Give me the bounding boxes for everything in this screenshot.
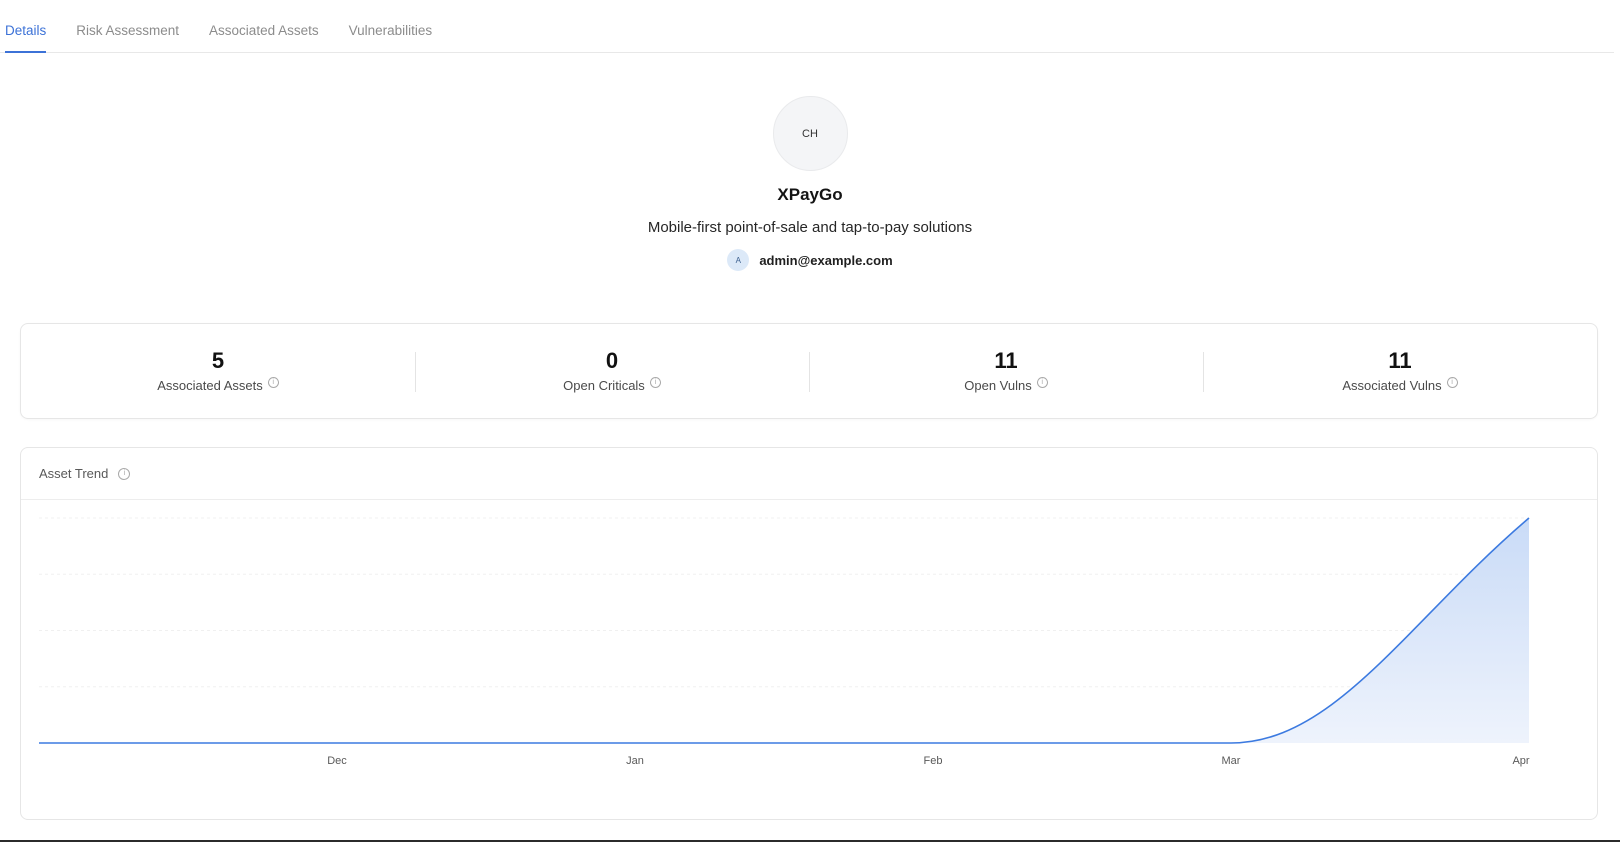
tab-risk-assessment[interactable]: Risk Assessment bbox=[76, 0, 179, 52]
stat-open-vulns: 11 Open Vulns i bbox=[809, 324, 1203, 418]
x-tick-label: Jan bbox=[626, 755, 644, 767]
stat-value: 11 bbox=[994, 348, 1018, 373]
info-icon[interactable]: i bbox=[267, 377, 279, 388]
tab-vulnerabilities[interactable]: Vulnerabilities bbox=[349, 0, 433, 52]
description: Mobile-first point-of-sale and tap-to-pa… bbox=[647, 219, 973, 236]
stat-label-row: Open Vulns i bbox=[964, 377, 1048, 393]
x-tick-label: Mar bbox=[1222, 755, 1241, 767]
stat-label: Associated Assets bbox=[157, 378, 263, 393]
stat-open-criticals: 0 Open Criticals i bbox=[415, 324, 809, 418]
stat-label-row: Open Criticals i bbox=[563, 377, 661, 393]
info-icon[interactable]: i bbox=[649, 377, 661, 388]
tab-details[interactable]: Details bbox=[5, 0, 47, 53]
stat-associated-vulns: 11 Associated Vulns i bbox=[1203, 324, 1597, 418]
avatar: CH bbox=[772, 96, 848, 171]
chart-header: Asset Trend i bbox=[21, 448, 1597, 500]
stat-associated-assets: 5 Associated Assets i bbox=[21, 324, 415, 418]
x-tick-label: Dec bbox=[327, 755, 347, 767]
stat-value: 11 bbox=[1388, 348, 1412, 373]
stat-label: Open Vulns bbox=[964, 378, 1032, 393]
info-icon[interactable]: i bbox=[1446, 377, 1458, 388]
page: Details Risk Assessment Associated Asset… bbox=[0, 0, 1620, 842]
info-icon[interactable]: i bbox=[1036, 377, 1048, 388]
stats-card: 5 Associated Assets i 0 Open Criticals i… bbox=[20, 323, 1598, 419]
stat-label: Associated Vulns bbox=[1342, 378, 1442, 393]
owner-email: admin@example.com bbox=[759, 252, 893, 268]
x-tick-label: Feb bbox=[924, 755, 943, 767]
profile-section: CH XPayGo Mobile-first point-of-sale and… bbox=[0, 96, 1620, 271]
owner-avatar: A bbox=[727, 249, 750, 271]
stat-label: Open Criticals bbox=[563, 378, 645, 393]
stat-value: 5 bbox=[211, 348, 225, 373]
info-icon[interactable]: i bbox=[118, 467, 131, 480]
stat-label-row: Associated Assets i bbox=[157, 377, 279, 393]
stat-label-row: Associated Vulns i bbox=[1342, 377, 1458, 393]
asset-trend-card: Asset Trend i Dec Jan Feb Mar Apr bbox=[20, 447, 1598, 820]
asset-trend-chart[interactable]: Dec Jan Feb Mar Apr bbox=[21, 500, 1597, 819]
chart-title: Asset Trend bbox=[39, 466, 109, 481]
tab-associated-assets[interactable]: Associated Assets bbox=[209, 0, 319, 52]
x-tick-label: Apr bbox=[1512, 755, 1529, 767]
stat-value: 0 bbox=[605, 348, 619, 373]
owner: A admin@example.com bbox=[0, 249, 1620, 271]
tab-bar: Details Risk Assessment Associated Asset… bbox=[0, 0, 1614, 53]
page-title: XPayGo bbox=[777, 185, 843, 204]
